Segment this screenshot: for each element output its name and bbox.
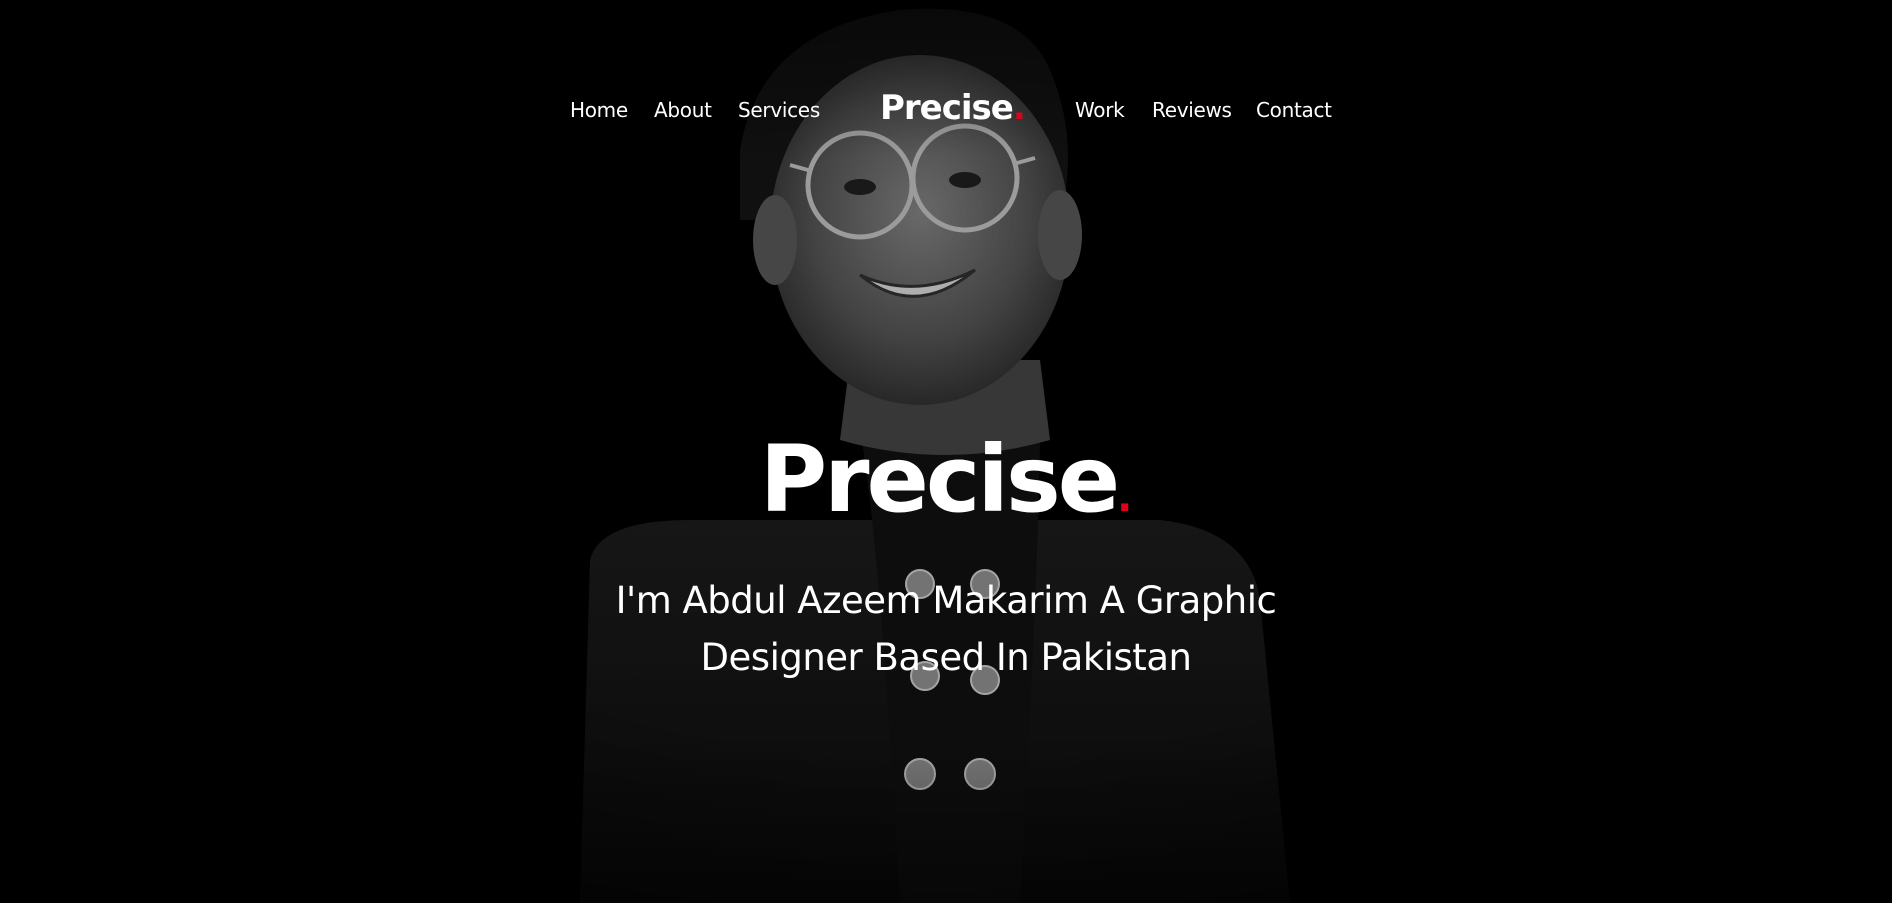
nav-link-about[interactable]: About (654, 98, 712, 122)
hero-tagline-line-2: Designer Based In Pakistan (700, 636, 1192, 679)
nav-link-reviews[interactable]: Reviews (1152, 98, 1232, 122)
nav-link-contact[interactable]: Contact (1256, 98, 1332, 122)
nav-link-work[interactable]: Work (1075, 98, 1125, 122)
nav-link-home[interactable]: Home (570, 98, 628, 122)
main-nav: Home About Services Precise. Work Review… (0, 88, 1892, 136)
hero-title-text: Precise (759, 426, 1120, 533)
nav-link-services[interactable]: Services (738, 98, 820, 122)
brand-logo-dot: . (1012, 88, 1026, 128)
hero-title-dot: . (1117, 475, 1133, 521)
brand-logo-text: Precise (880, 88, 1014, 128)
hero-section: Home About Services Precise. Work Review… (0, 0, 1892, 903)
hero-title: Precise. (0, 434, 1892, 526)
brand-logo[interactable]: Precise. (880, 88, 1026, 128)
hero-tagline-line-1: I'm Abdul Azeem Makarim A Graphic (615, 579, 1277, 622)
hero-tagline: I'm Abdul Azeem Makarim A Graphic Design… (596, 572, 1296, 686)
